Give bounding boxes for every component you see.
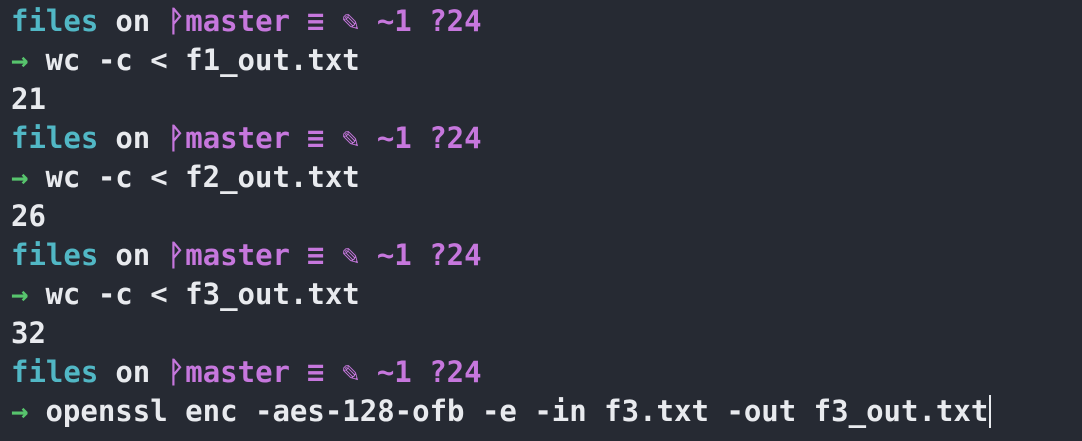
command-line: → wc -c < f1_out.txt xyxy=(11,41,1082,80)
output-line: 26 xyxy=(11,197,1082,236)
git-branch-icon: ᚹ xyxy=(167,355,185,389)
prompt-arrow-icon: → xyxy=(11,277,29,311)
prompt-branch: master xyxy=(185,238,290,272)
prompt-directory: files xyxy=(11,355,99,389)
prompt-arrow-icon: → xyxy=(11,160,29,194)
command-line: → wc -c < f2_out.txt xyxy=(11,158,1082,197)
command-output: 26 xyxy=(11,199,46,233)
prompt-line: files on ᚹ master ≡ ✎ ~1 ?24 xyxy=(11,236,1082,275)
prompt-on-label: on xyxy=(115,121,151,155)
git-branch-icon: ᚹ xyxy=(167,121,185,155)
prompt-line: files on ᚹ master ≡ ✎ ~1 ?24 xyxy=(11,119,1082,158)
prompt-on-label: on xyxy=(115,238,151,272)
prompt-git-status: ≡ ✎ ~1 ?24 xyxy=(307,355,482,389)
command-text: wc -c < f1_out.txt xyxy=(45,43,360,77)
prompt-line: files on ᚹ master ≡ ✎ ~1 ?24 xyxy=(11,2,1082,41)
command-input[interactable]: openssl enc -aes-128-ofb -e -in f3.txt -… xyxy=(45,392,988,431)
git-branch-icon: ᚹ xyxy=(167,4,185,38)
command-output: 32 xyxy=(11,316,46,350)
prompt-on-label: on xyxy=(115,4,151,38)
prompt-arrow-icon: → xyxy=(11,394,29,428)
prompt-git-status: ≡ ✎ ~1 ?24 xyxy=(307,238,482,272)
prompt-directory: files xyxy=(11,4,99,38)
prompt-on-label: on xyxy=(115,355,151,389)
output-line: 21 xyxy=(11,80,1082,119)
command-text: wc -c < f2_out.txt xyxy=(45,160,360,194)
command-line: → wc -c < f3_out.txt xyxy=(11,275,1082,314)
prompt-branch: master xyxy=(185,355,290,389)
prompt-directory: files xyxy=(11,121,99,155)
prompt-directory: files xyxy=(11,238,99,272)
command-input-line[interactable]: → openssl enc -aes-128-ofb -e -in f3.txt … xyxy=(11,392,1082,431)
prompt-line: files on ᚹ master ≡ ✎ ~1 ?24 xyxy=(11,353,1082,392)
prompt-branch: master xyxy=(185,121,290,155)
command-text: wc -c < f3_out.txt xyxy=(45,277,360,311)
prompt-branch: master xyxy=(185,4,290,38)
output-line: 32 xyxy=(11,314,1082,353)
command-output: 21 xyxy=(11,82,46,116)
prompt-arrow-icon: → xyxy=(11,43,29,77)
prompt-git-status: ≡ ✎ ~1 ?24 xyxy=(307,121,482,155)
git-branch-icon: ᚹ xyxy=(167,238,185,272)
text-cursor xyxy=(989,395,992,428)
prompt-git-status: ≡ ✎ ~1 ?24 xyxy=(307,4,482,38)
terminal-window[interactable]: files on ᚹ master ≡ ✎ ~1 ?24 → wc -c < f1_out… xyxy=(0,0,1082,441)
